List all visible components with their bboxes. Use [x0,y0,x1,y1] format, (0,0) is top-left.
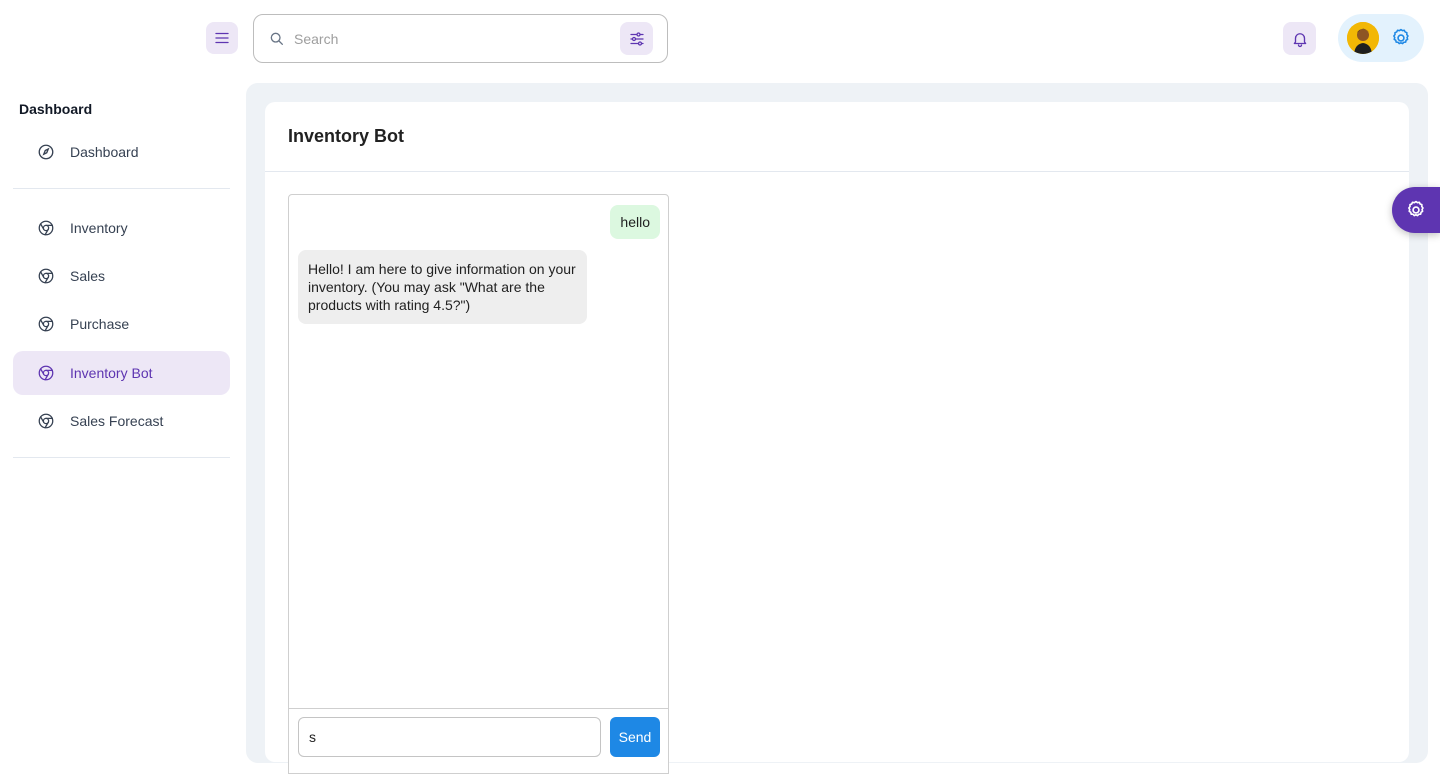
sidebar-item-inventory[interactable]: Inventory [13,206,230,250]
chrome-icon [38,268,54,284]
floating-settings-button[interactable] [1392,187,1440,233]
dashboard-icon [38,144,54,160]
chrome-icon [38,365,54,381]
sidebar-item-sales[interactable]: Sales [13,254,230,298]
bell-icon [1293,32,1306,47]
sidebar-item-inventory-bot[interactable]: Inventory Bot [13,351,230,395]
sidebar-divider [13,457,230,458]
menu-toggle-button[interactable] [206,22,238,54]
chrome-icon [38,220,54,236]
sidebar-divider [13,188,230,189]
chrome-icon [38,316,54,332]
sidebar-item-label: Dashboard [70,144,139,160]
sidebar-item-label: Sales [70,268,106,284]
chat-footer-divider [289,708,668,709]
bot-message: Hello! I am here to give information on … [298,250,587,324]
avatar [1347,22,1379,54]
chat-window: hello Hello! I am here to give informati… [288,194,669,774]
search-bar [253,14,668,63]
top-header [0,0,1440,76]
gear-icon [1393,28,1409,45]
notifications-button[interactable] [1283,22,1316,55]
sidebar-caption: Dashboard [19,101,93,117]
sidebar-item-purchase[interactable]: Purchase [13,302,230,346]
card-divider [265,171,1409,172]
main-content: Inventory Bot hello Hello! I am here to … [246,83,1428,774]
sidebar-item-label: Sales Forecast [70,413,164,429]
user-message: hello [610,205,660,239]
chat-message-input[interactable] [298,717,601,757]
search-icon [270,32,283,45]
profile-menu-chip[interactable] [1338,14,1424,62]
menu-icon [215,32,229,44]
sidebar-item-label: Inventory Bot [70,365,153,381]
sidebar-item-label: Inventory [70,220,128,236]
sidebar: Dashboard Dashboard Inventory Sales Purc… [0,76,245,749]
sliders-icon [629,31,644,46]
search-input[interactable] [294,27,614,51]
sidebar-item-dashboard[interactable]: Dashboard [13,130,230,174]
inventory-bot-card: Inventory Bot hello Hello! I am here to … [265,102,1409,774]
send-button[interactable]: Send [610,717,660,757]
chrome-icon [38,413,54,429]
gear-icon [1408,200,1424,217]
page-title: Inventory Bot [288,126,405,146]
sidebar-item-label: Purchase [70,316,130,332]
search-filter-button[interactable] [620,22,653,55]
sidebar-item-sales-forecast[interactable]: Sales Forecast [13,399,230,443]
avatar-image [1347,22,1379,54]
